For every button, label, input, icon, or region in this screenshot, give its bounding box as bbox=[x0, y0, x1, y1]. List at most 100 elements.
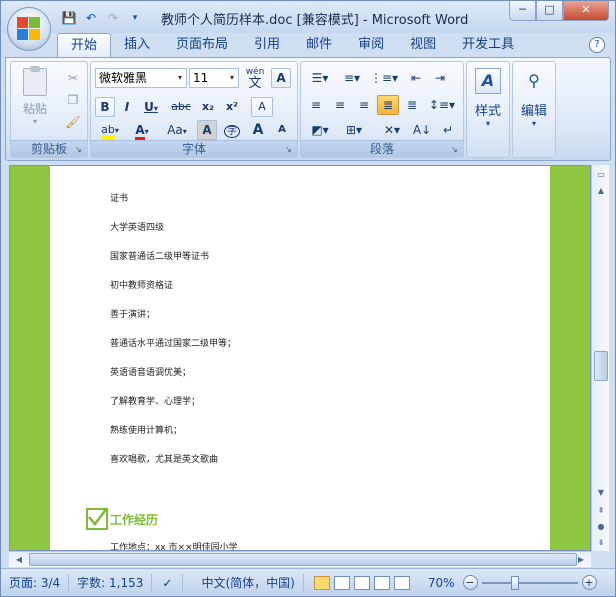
enclose-characters-button[interactable]: 字 bbox=[221, 120, 243, 140]
document-area[interactable]: 证书 大学英语四级 国家普通话二级甲等证书 初中教师资格证 善于演讲； 普通话水… bbox=[9, 165, 591, 551]
tab-home[interactable]: 开始 bbox=[57, 33, 112, 57]
underline-label: U bbox=[144, 100, 154, 114]
align-center-icon[interactable]: ≡ bbox=[329, 95, 351, 115]
character-shading-button[interactable]: A bbox=[197, 120, 217, 140]
document-page[interactable]: 证书 大学英语四级 国家普通话二级甲等证书 初中教师资格证 善于演讲； 普通话水… bbox=[50, 166, 550, 550]
customize-icon[interactable]: ▾ bbox=[127, 10, 143, 26]
highlight-button[interactable]: ab▾ bbox=[95, 120, 125, 140]
bold-button[interactable]: B bbox=[95, 97, 115, 117]
sort-icon[interactable]: A↓ bbox=[411, 120, 433, 140]
highlight-label: ab bbox=[101, 123, 115, 140]
proofing-icon[interactable]: ✓ bbox=[152, 573, 184, 592]
tab-mailings[interactable]: 邮件 bbox=[293, 33, 345, 57]
paragraph-group: ☰▾ ≡▾ ⋮≡▾ ⇤ ⇥ ≡ ≡ ≡ ≣ ≣ ↕≡▾ ◩▾ ⊞▾ ✕▾ A↓ … bbox=[300, 61, 464, 158]
editing-group: ⚲ 编辑 ▾ bbox=[512, 61, 556, 158]
tab-review[interactable]: 审阅 bbox=[345, 33, 397, 57]
undo-icon[interactable]: ↶ bbox=[83, 10, 99, 26]
zoom-thumb[interactable] bbox=[510, 575, 519, 590]
full-screen-reading-icon[interactable] bbox=[333, 575, 350, 590]
print-layout-icon[interactable] bbox=[313, 575, 330, 590]
horizontal-scrollbar[interactable]: ◀ ▶ bbox=[9, 551, 591, 567]
shrink-font-button[interactable]: A bbox=[271, 120, 293, 140]
font-name-value: 微软雅黑 bbox=[99, 71, 148, 85]
copy-icon[interactable]: ❐ bbox=[63, 90, 83, 110]
help-icon[interactable]: ? bbox=[589, 37, 605, 53]
line-spacing-icon[interactable]: ↕≡▾ bbox=[427, 95, 457, 115]
phonetic-guide-button[interactable]: wén 文 bbox=[243, 66, 267, 90]
underline-button[interactable]: U▾ bbox=[139, 97, 163, 117]
tab-view[interactable]: 视图 bbox=[397, 33, 449, 57]
font-color-button[interactable]: A▾ bbox=[127, 120, 157, 141]
language-indicator[interactable]: 中文(简体，中国) bbox=[183, 573, 304, 592]
redo-icon[interactable]: ↷ bbox=[105, 10, 121, 26]
ruler-toggle-icon[interactable]: ▭ bbox=[593, 167, 609, 182]
distributed-icon[interactable]: ≣ bbox=[401, 95, 423, 115]
zoom-out-button[interactable]: − bbox=[462, 575, 478, 590]
decrease-indent-icon[interactable]: ⇤ bbox=[405, 68, 427, 88]
scroll-down-icon[interactable]: ▼ bbox=[593, 485, 609, 500]
word-count[interactable]: 字数: 1,153 bbox=[69, 573, 153, 592]
page-count[interactable]: 页面: 3/4 bbox=[1, 573, 70, 592]
zoom-level[interactable]: 70% bbox=[420, 576, 463, 590]
scroll-right-icon[interactable]: ▶ bbox=[573, 552, 589, 567]
tab-references[interactable]: 引用 bbox=[241, 33, 293, 57]
superscript-button[interactable]: x² bbox=[221, 97, 243, 117]
change-case-label: Aa bbox=[167, 123, 183, 137]
font-size-combo[interactable]: 11 ▾ bbox=[189, 68, 239, 88]
vertical-scroll-thumb[interactable] bbox=[594, 351, 608, 381]
draft-view-icon[interactable] bbox=[393, 575, 410, 590]
format-painter-icon[interactable]: 🖌 bbox=[63, 112, 83, 132]
subscript-button[interactable]: x₂ bbox=[197, 97, 219, 117]
font-name-combo[interactable]: 微软雅黑 ▾ bbox=[95, 68, 187, 88]
outline-view-icon[interactable] bbox=[373, 575, 390, 590]
shading-icon[interactable]: ◩▾ bbox=[305, 120, 335, 140]
show-marks-icon[interactable]: ↵ bbox=[437, 120, 459, 140]
increase-indent-icon[interactable]: ⇥ bbox=[429, 68, 451, 88]
multilevel-list-icon[interactable]: ⋮≡▾ bbox=[369, 68, 399, 88]
cut-icon[interactable]: ✂ bbox=[63, 68, 83, 88]
chinese-layout-icon[interactable]: ✕▾ bbox=[377, 120, 407, 140]
zoom-in-button[interactable]: + bbox=[581, 575, 597, 590]
vertical-scrollbar[interactable]: ▭ ▲ ▼ ⇞ ● ⇟ bbox=[591, 165, 609, 551]
scroll-left-icon[interactable]: ◀ bbox=[11, 552, 27, 567]
horizontal-scroll-thumb[interactable] bbox=[29, 553, 577, 566]
paragraph-launcher-icon[interactable]: ↘ bbox=[451, 145, 461, 155]
paste-button[interactable]: 粘贴 ▾ bbox=[17, 66, 53, 128]
styles-button[interactable]: A 样式 ▾ bbox=[469, 66, 507, 136]
minimize-button[interactable]: ─ bbox=[509, 1, 536, 21]
borders-icon[interactable]: ⊞▾ bbox=[339, 120, 369, 140]
clear-formatting-button[interactable]: A bbox=[251, 97, 273, 117]
view-buttons bbox=[304, 575, 420, 590]
clipboard-icon bbox=[23, 66, 47, 96]
bullets-icon[interactable]: ☰▾ bbox=[305, 68, 335, 88]
doc-line: 熟练使用计算机； bbox=[110, 426, 183, 436]
web-layout-icon[interactable] bbox=[353, 575, 370, 590]
zoom-slider[interactable] bbox=[481, 574, 578, 592]
office-button[interactable] bbox=[7, 7, 51, 51]
strikethrough-button[interactable]: abc bbox=[167, 97, 195, 117]
clipboard-launcher-icon[interactable]: ↘ bbox=[75, 145, 85, 155]
align-left-icon[interactable]: ≡ bbox=[305, 95, 327, 115]
save-icon[interactable]: 💾 bbox=[61, 10, 77, 26]
font-launcher-icon[interactable]: ↘ bbox=[285, 145, 295, 155]
previous-page-icon[interactable]: ⇞ bbox=[593, 503, 609, 518]
justify-icon[interactable]: ≣ bbox=[377, 95, 399, 115]
italic-button[interactable]: I bbox=[117, 97, 137, 117]
doc-line: 喜欢唱歌，尤其是英文歌曲 bbox=[110, 455, 219, 465]
character-border-button[interactable]: A bbox=[271, 68, 291, 88]
office-logo-icon bbox=[17, 17, 41, 41]
grow-font-button[interactable]: A bbox=[247, 120, 269, 140]
editing-button[interactable]: ⚲ 编辑 ▾ bbox=[515, 66, 553, 136]
tab-insert[interactable]: 插入 bbox=[111, 33, 163, 57]
doc-line: 大学英语四级 bbox=[110, 223, 165, 233]
tab-page-layout[interactable]: 页面布局 bbox=[163, 33, 241, 57]
scroll-up-icon[interactable]: ▲ bbox=[593, 183, 609, 198]
tab-developer[interactable]: 开发工具 bbox=[449, 33, 527, 57]
maximize-button[interactable]: □ bbox=[536, 1, 563, 21]
close-button[interactable]: ✕ bbox=[563, 1, 609, 21]
browse-object-icon[interactable]: ● bbox=[593, 519, 609, 534]
numbering-icon[interactable]: ≡▾ bbox=[337, 68, 367, 88]
change-case-button[interactable]: Aa▾ bbox=[161, 120, 193, 140]
align-right-icon[interactable]: ≡ bbox=[353, 95, 375, 115]
next-page-icon[interactable]: ⇟ bbox=[593, 535, 609, 550]
